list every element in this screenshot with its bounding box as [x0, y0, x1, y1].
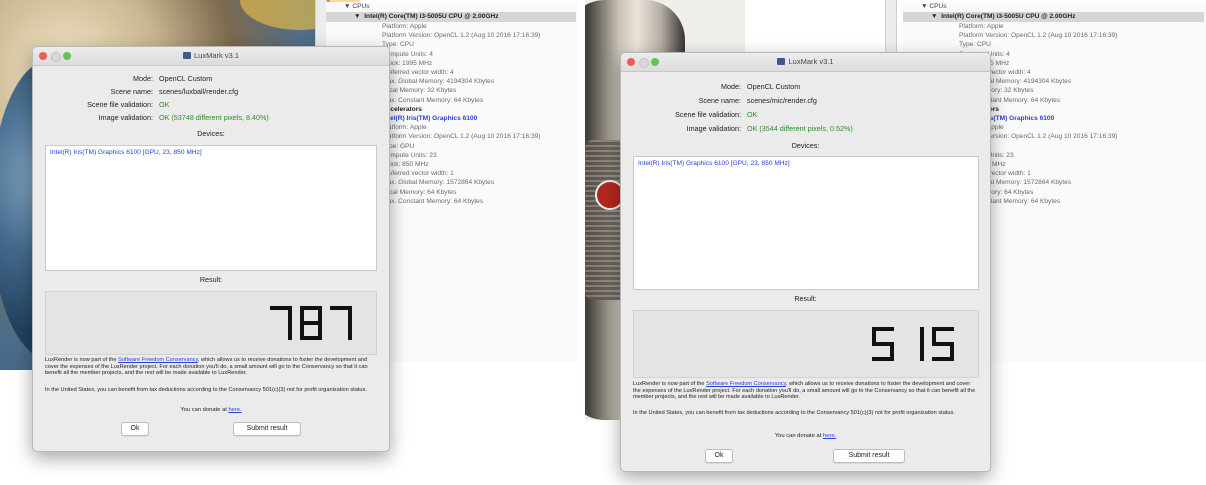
title-bar[interactable]: LuxMark v3.1: [621, 53, 990, 72]
image-validation-label: Image validation:: [98, 113, 153, 122]
donate-line: You can donate at here.: [180, 407, 242, 413]
lcd-segment: [872, 327, 876, 344]
ok-button[interactable]: Ok: [121, 422, 149, 436]
conservancy-link[interactable]: Software Freedom Conservancy: [706, 381, 786, 387]
donate-link[interactable]: here.: [823, 433, 836, 439]
scene-validation-label: Scene file validation:: [87, 100, 153, 109]
scene-name-label: Scene name:: [698, 96, 741, 105]
info-row: Platform Version: OpenCL 1.2 (Aug 10 201…: [382, 32, 541, 40]
score-digits: [270, 306, 352, 340]
donate-line: You can donate at here.: [774, 433, 837, 439]
device-item[interactable]: Intel(R) Iris(TM) Graphics 6100 [GPU, 23…: [46, 146, 376, 159]
scene-name-label: Scene name:: [110, 87, 153, 96]
devices-list[interactable]: Intel(R) Iris(TM) Graphics 6100 [GPU, 23…: [633, 156, 979, 290]
ok-button[interactable]: Ok: [705, 449, 733, 463]
score-display: [252, 292, 352, 354]
submit-result-button[interactable]: Submit result: [833, 449, 905, 463]
luxmark-dialog: LuxMark v3.1 Mode: OpenCL Custom Scene n…: [32, 46, 390, 452]
scene-validation-value: OK: [747, 110, 758, 119]
conservancy-paragraph: LuxRender is now part of the Software Fr…: [633, 381, 976, 401]
lcd-segment: [288, 323, 292, 340]
image-validation-label: Image validation:: [686, 124, 741, 133]
window-title: LuxMark v3.1: [621, 57, 990, 66]
lcd-segment: [932, 357, 954, 361]
result-label: Result:: [199, 275, 223, 284]
lcd-segment: [348, 306, 352, 323]
lcd-segment: [920, 327, 924, 344]
app-icon: [182, 52, 191, 59]
app-icon: [777, 58, 786, 65]
info-row: Platform: Apple: [959, 23, 1004, 30]
tree-header-cpus[interactable]: ▼ CPUs: [326, 2, 578, 12]
conservancy-paragraph: LuxRender is now part of the Software Fr…: [45, 357, 368, 377]
devices-list[interactable]: Intel(R) Iris(TM) Graphics 6100 [GPU, 23…: [45, 145, 377, 271]
lcd-segment: [318, 306, 322, 323]
result-label: Result:: [794, 294, 817, 303]
mode-label: Mode:: [721, 82, 741, 91]
window-title: LuxMark v3.1: [33, 51, 389, 60]
lcd-segment: [932, 327, 936, 344]
mode-value: OpenCL Custom: [159, 74, 213, 83]
luxmark-dialog: LuxMark v3.1 Mode: OpenCL Custom Scene n…: [620, 52, 991, 472]
lcd-segment: [288, 306, 292, 323]
tax-paragraph: In the United States, you can benefit fr…: [633, 410, 955, 416]
tree-header-cpus[interactable]: ▼ CPUs: [903, 2, 1206, 12]
devices-label: Devices:: [791, 141, 820, 150]
scene-validation-label: Scene file validation:: [675, 110, 741, 119]
lcd-segment: [348, 323, 352, 340]
lcd-segment: [300, 306, 304, 323]
right-screenshot-panel: ▼ CPUs ▼ Intel(R) Core(TM) i3-5005U CPU …: [585, 0, 1206, 485]
conservancy-link[interactable]: Software Freedom Conservancy: [118, 357, 198, 363]
score-digits: [872, 327, 954, 361]
scene-name-value: scenes/mic/render.cfg: [747, 96, 817, 105]
image-validation-value: OK (53748 different pixels, 8.40%): [159, 113, 269, 122]
submit-result-button[interactable]: Submit result: [233, 422, 301, 436]
tree-item-cpu[interactable]: ▼ Intel(R) Core(TM) i3-5005U CPU @ 2.00G…: [326, 12, 576, 22]
scene-validation-value: OK: [159, 100, 170, 109]
image-validation-value: OK (3544 different pixels, 0.52%): [747, 124, 853, 133]
info-row: Platform: Apple: [382, 23, 427, 30]
device-item[interactable]: Intel(R) Iris(TM) Graphics 6100 [GPU, 23…: [634, 157, 978, 170]
info-row: Platform Version: OpenCL 1.2 (Aug 10 201…: [959, 32, 1118, 40]
scene-name-value: scenes/luxball/render.cfg: [159, 87, 239, 96]
title-bar[interactable]: LuxMark v3.1: [33, 47, 389, 66]
result-display: [633, 310, 979, 378]
result-display: [45, 291, 377, 355]
tax-paragraph: In the United States, you can benefit fr…: [45, 387, 367, 393]
lcd-segment: [300, 323, 304, 340]
tree-item-cpu[interactable]: ▼ Intel(R) Core(TM) i3-5005U CPU @ 2.00G…: [903, 12, 1204, 22]
donate-link[interactable]: here.: [228, 407, 241, 413]
score-display: [854, 311, 954, 377]
left-screenshot-panel: ▼ CPUs ▼ Intel(R) Core(TM) i3-5005U CPU …: [0, 0, 578, 485]
devices-label: Devices:: [197, 129, 225, 138]
lcd-segment: [300, 321, 322, 325]
mode-label: Mode:: [133, 74, 153, 83]
mode-value: OpenCL Custom: [747, 82, 801, 91]
lcd-segment: [920, 344, 924, 361]
lcd-segment: [872, 357, 894, 361]
info-row: Type: CPU: [959, 41, 991, 49]
